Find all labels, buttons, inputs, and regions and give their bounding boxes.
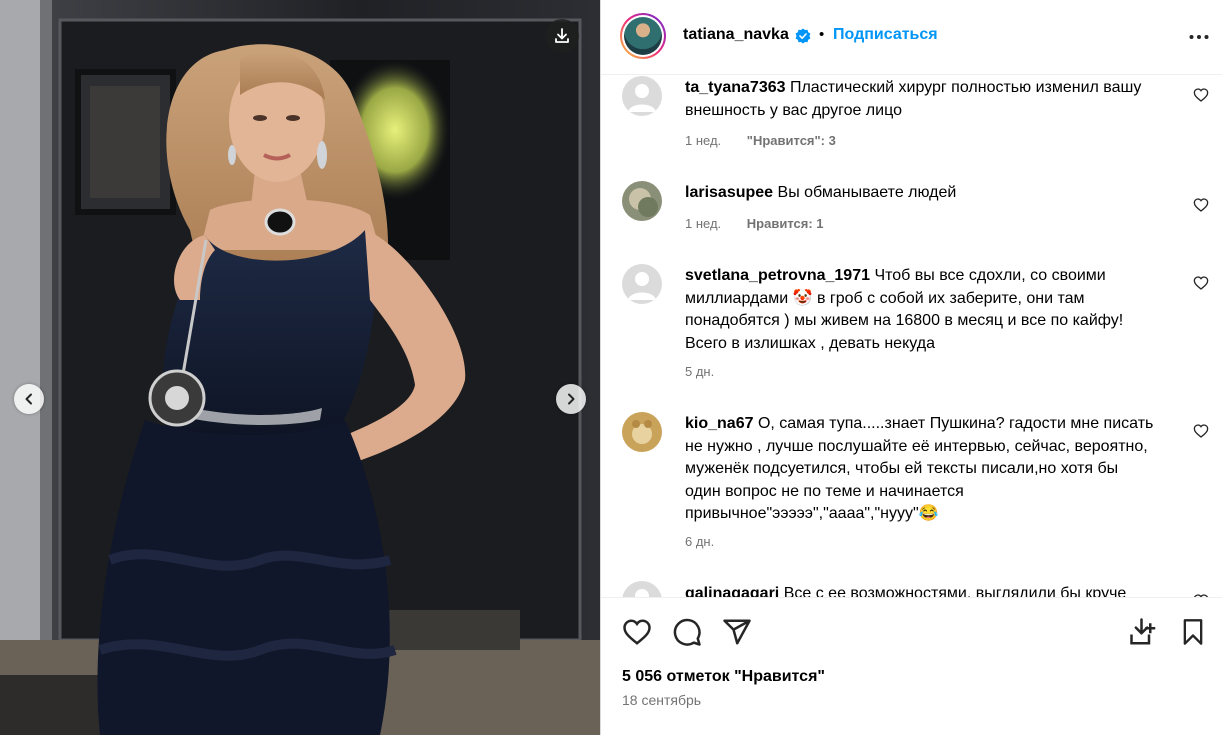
post-header: tatiana_navka • Подписаться [601,0,1222,75]
default-avatar-icon [622,581,662,597]
comment-username[interactable]: galinagagari [685,585,779,597]
comments-list[interactable]: ta_tyana7363 Пластический хирург полност… [601,75,1222,597]
download-button[interactable] [545,19,579,53]
header-separator: • [819,26,825,43]
default-avatar-icon [622,76,662,116]
download-icon [555,28,569,43]
default-avatar-icon [622,264,662,304]
post-side-panel: tatiana_navka • Подписаться ta_tyana7363… [600,0,1222,735]
user-photo-icon [622,412,662,452]
more-options-icon[interactable] [1188,26,1210,48]
previous-photo-button[interactable] [14,384,44,414]
comment-likes[interactable]: "Нравится": 3 [747,133,836,148]
follow-button[interactable]: Подписаться [833,26,938,44]
post-actions-bar [601,597,1222,736]
comment-text: Вы обманываете людей [777,184,957,201]
next-photo-button[interactable] [556,384,586,414]
comment-time: 1 нед. [685,133,722,148]
comment-username[interactable]: svetlana_petrovna_1971 [685,267,870,284]
comment-time: 6 дн. [685,534,715,549]
heart-icon[interactable] [1193,87,1209,103]
post-photo [0,0,600,735]
author-username[interactable]: tatiana_navka [683,26,789,44]
comment-avatar[interactable] [622,412,662,452]
heart-icon[interactable] [1193,275,1209,291]
default-avatar[interactable] [622,76,662,116]
share-icon[interactable] [722,617,752,647]
comment-username[interactable]: ta_tyana7363 [685,79,786,96]
comment-text: Все с ее возможностями, выглядили бы кру… [783,585,1127,597]
bookmark-icon[interactable] [1179,617,1207,647]
likes-count[interactable]: 5 056 отметок "Нравится" [622,668,825,686]
comment-time: 1 нед. [685,216,722,231]
user-photo-icon [622,181,662,221]
save-to-device-icon[interactable] [1129,617,1159,647]
default-avatar[interactable] [622,264,662,304]
verified-badge-icon [795,28,811,44]
chevron-left-icon [25,393,32,405]
comment-username[interactable]: larisasupee [685,184,773,201]
post-date: 18 сентябрь [622,692,702,708]
heart-icon[interactable] [1193,423,1209,439]
heart-icon[interactable] [622,617,652,647]
post-media[interactable] [0,0,600,735]
heart-icon[interactable] [1193,197,1209,213]
author-avatar[interactable] [620,13,666,59]
comment-time: 5 дн. [685,364,715,379]
comment-username[interactable]: kio_na67 [685,415,753,432]
default-avatar[interactable] [622,581,662,597]
chevron-right-icon [568,393,575,405]
comment-avatar[interactable] [622,181,662,221]
comment-text: О, самая тупа.....знает Пушкина? гадости… [685,415,1154,522]
comment-icon[interactable] [672,617,702,647]
comment-likes[interactable]: Нравится: 1 [747,216,824,231]
